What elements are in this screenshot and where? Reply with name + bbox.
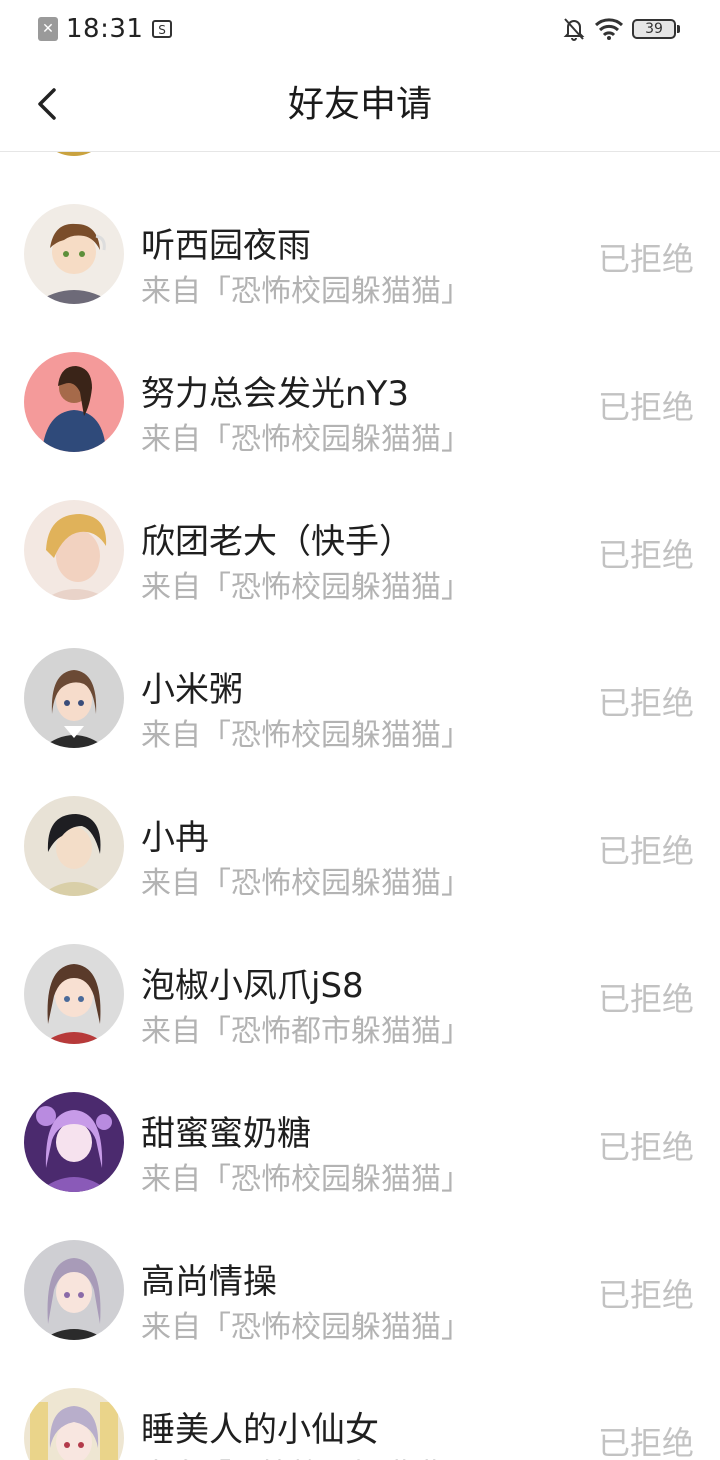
requester-name: 泡椒小凤爪jS8 <box>141 966 364 1006</box>
request-source: 来自「恐怖校园躲猫猫」 <box>141 570 471 605</box>
status-label: 已拒绝 <box>597 684 694 722</box>
requester-name: 睡美人的小仙女 <box>141 1410 379 1450</box>
avatar[interactable] <box>42 152 106 156</box>
status-label: 已拒绝 <box>597 980 694 1018</box>
avatar[interactable] <box>24 648 124 748</box>
list-item[interactable]: 小米粥 来自「恐怖校园躲猫猫」 已拒绝 <box>0 624 720 772</box>
list-item[interactable]: 泡椒小凤爪jS8 来自「恐怖都市躲猫猫」 已拒绝 <box>0 920 720 1068</box>
request-source: 来自「恐怖校园躲猫猫」 <box>141 718 471 753</box>
status-label: 已拒绝 <box>597 536 694 574</box>
no-sim-icon: ✕ <box>38 17 58 41</box>
avatar[interactable] <box>24 1092 124 1192</box>
status-label: 已拒绝 <box>597 1424 694 1460</box>
battery-level: 39 <box>632 19 676 39</box>
list-item[interactable]: 高尚情操 来自「恐怖校园躲猫猫」 已拒绝 <box>0 1216 720 1364</box>
screenshot-notification-icon: S <box>152 20 173 38</box>
status-label: 已拒绝 <box>597 1276 694 1314</box>
list-item[interactable]: 小冉 来自「恐怖校园躲猫猫」 已拒绝 <box>0 772 720 920</box>
avatar[interactable] <box>24 944 124 1044</box>
status-bar: ✕ 18:31 S 39 <box>0 0 720 58</box>
avatar[interactable] <box>24 1388 124 1460</box>
request-source: 来自「恐怖校园躲猫猫」 <box>141 274 471 309</box>
clock: 18:31 <box>66 14 144 44</box>
wifi-icon <box>594 18 624 40</box>
list-item[interactable]: 听西园夜雨 来自「恐怖校园躲猫猫」 已拒绝 <box>0 180 720 328</box>
status-label: 已拒绝 <box>597 1128 694 1166</box>
mute-bell-icon <box>563 18 585 41</box>
status-bar-left: ✕ 18:31 S <box>38 14 173 44</box>
list-item[interactable]: 睡美人的小仙女 来自「恐怖校园躲猫猫」 已拒绝 <box>0 1364 720 1460</box>
request-source: 来自「恐怖校园躲猫猫」 <box>141 422 471 457</box>
list-item[interactable]: 欣团老大（快手） 来自「恐怖校园躲猫猫」 已拒绝 <box>0 476 720 624</box>
avatar[interactable] <box>24 796 124 896</box>
request-source: 来自「恐怖校园躲猫猫」 <box>141 1162 471 1197</box>
avatar[interactable] <box>24 1240 124 1340</box>
requester-name: 努力总会发光nY3 <box>141 374 409 414</box>
friend-request-list[interactable]: 听西园夜雨 来自「恐怖校园躲猫猫」 已拒绝 努力总会发光nY3 来自「恐怖校园躲… <box>0 152 720 1460</box>
nav-bar: 好友申请 <box>0 58 720 152</box>
status-label: 已拒绝 <box>597 240 694 278</box>
list-item[interactable]: 努力总会发光nY3 来自「恐怖校园躲猫猫」 已拒绝 <box>0 328 720 476</box>
requester-name: 小米粥 <box>141 670 243 710</box>
requester-name: 甜蜜蜜奶糖 <box>141 1114 311 1154</box>
request-source: 来自「恐怖都市躲猫猫」 <box>141 1014 471 1049</box>
status-label: 已拒绝 <box>597 832 694 870</box>
avatar[interactable] <box>24 500 124 600</box>
request-source: 来自「恐怖校园躲猫猫」 <box>141 1450 471 1460</box>
list-item[interactable]: 甜蜜蜜奶糖 来自「恐怖校园躲猫猫」 已拒绝 <box>0 1068 720 1216</box>
status-label: 已拒绝 <box>597 388 694 426</box>
avatar[interactable] <box>24 352 124 452</box>
request-source: 来自「恐怖校园躲猫猫」 <box>141 866 471 901</box>
battery-icon: 39 <box>632 19 680 39</box>
avatar[interactable] <box>24 204 124 304</box>
requester-name: 小冉 <box>141 818 209 858</box>
request-source: 来自「恐怖校园躲猫猫」 <box>141 1310 471 1345</box>
requester-name: 听西园夜雨 <box>141 226 311 266</box>
requester-name: 高尚情操 <box>141 1262 277 1302</box>
requester-name: 欣团老大（快手） <box>141 522 413 562</box>
svg-text:S: S <box>159 23 167 37</box>
page-title: 好友申请 <box>287 84 432 125</box>
status-bar-right: 39 <box>562 16 680 42</box>
